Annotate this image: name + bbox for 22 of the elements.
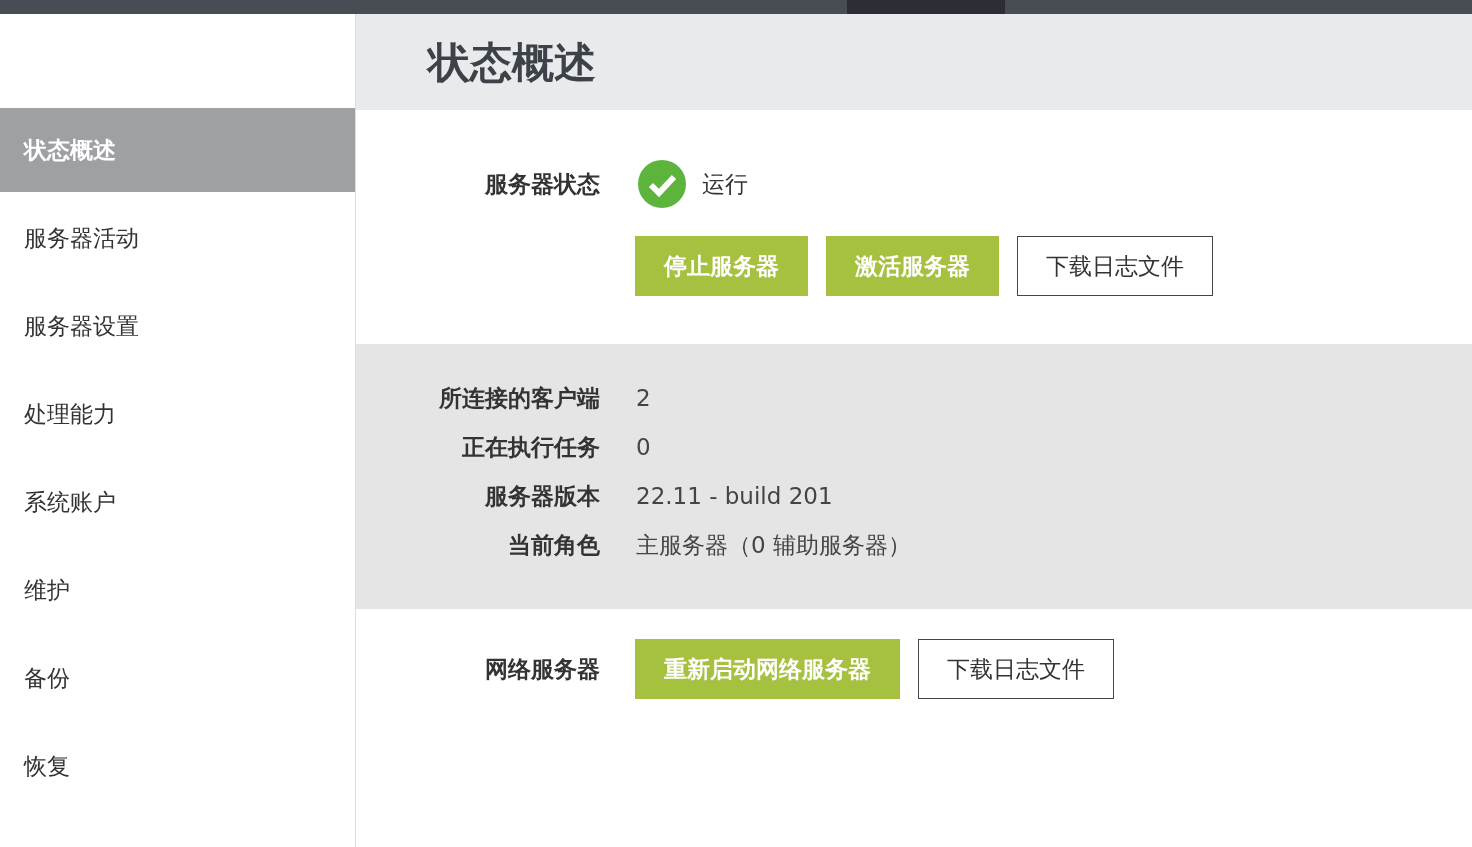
- sidebar-item[interactable]: 恢复: [0, 724, 355, 808]
- sidebar-item[interactable]: 处理能力: [0, 372, 355, 456]
- field-label: 网络服务器: [484, 654, 600, 684]
- field-label: 所连接的客户端: [438, 384, 600, 414]
- sidebar-item[interactable]: 系统账户: [0, 460, 355, 544]
- top-bar-tab[interactable]: [847, 0, 1005, 14]
- field-label: 服务器版本: [483, 482, 600, 512]
- field-value: 2: [636, 384, 651, 414]
- status-text: 运行: [702, 169, 748, 199]
- field-value: 主服务器（0 辅助服务器）: [636, 531, 911, 561]
- page-title: 状态概述: [428, 36, 596, 89]
- field-label: 正在执行任务: [461, 433, 600, 463]
- field-value: 0: [636, 433, 651, 463]
- field-label: 当前角色: [507, 531, 600, 561]
- sidebar-item[interactable]: 备份: [0, 636, 355, 720]
- sidebar-item[interactable]: 服务器设置: [0, 284, 355, 368]
- field-label: 服务器状态: [483, 169, 600, 199]
- field-value: 22.11 - build 201: [636, 482, 833, 512]
- sidebar-item[interactable]: 维护: [0, 548, 355, 632]
- download-button[interactable]: 下载日志文件: [918, 639, 1114, 699]
- download-button[interactable]: 下载日志文件: [1017, 236, 1213, 296]
- sidebar-item[interactable]: 服务器活动: [0, 196, 355, 280]
